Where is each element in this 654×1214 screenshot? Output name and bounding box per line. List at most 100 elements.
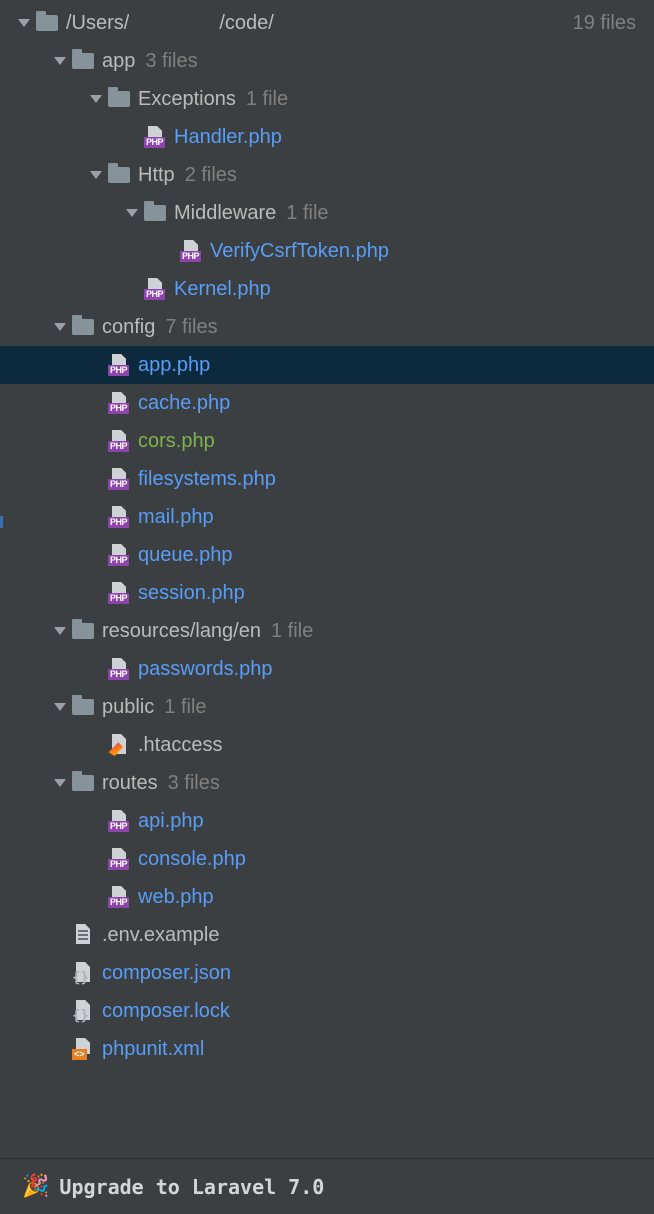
chevron-down-icon[interactable] [90, 171, 102, 179]
tree-item-label: passwords.php [138, 658, 273, 681]
tree-item-label: routes [102, 772, 158, 795]
tree-file-row[interactable]: <>phpunit.xml [0, 1030, 654, 1068]
tree-item-label: session.php [138, 582, 245, 605]
json-file-icon: {} [72, 962, 94, 984]
php-file-icon: PHP [108, 582, 130, 604]
tree-item-count: 2 files [185, 164, 237, 187]
php-file-icon: PHP [108, 810, 130, 832]
status-text: Upgrade to Laravel 7.0 [59, 1175, 324, 1199]
tree-file-row[interactable]: PHP queue.php [0, 536, 654, 574]
tree-folder-row[interactable]: app 3 files [0, 42, 654, 80]
folder-icon [72, 623, 94, 639]
tree-item-label: app.php [138, 354, 210, 377]
tree-file-row[interactable]: PHP Handler.php [0, 118, 654, 156]
tree-item-count: 1 file [246, 88, 288, 111]
folder-icon [72, 699, 94, 715]
php-file-icon: PHP [180, 240, 202, 262]
root-file-count: 19 files [573, 12, 654, 35]
tree-file-row[interactable]: PHP cache.php [0, 384, 654, 422]
php-file-icon: PHP [108, 468, 130, 490]
tree-item-label: api.php [138, 810, 204, 833]
tree-item-label: app [102, 50, 135, 73]
tree-item-label: public [102, 696, 154, 719]
tree-item-label: phpunit.xml [102, 1038, 204, 1061]
redacted-text [274, 13, 404, 33]
php-file-icon: PHP [108, 886, 130, 908]
tree-item-count: 1 file [164, 696, 206, 719]
php-file-icon: PHP [108, 544, 130, 566]
tree-item-label: cache.php [138, 392, 230, 415]
root-path-prefix: /Users/ [66, 12, 129, 35]
tree-file-row[interactable]: PHP VerifyCsrfToken.php [0, 232, 654, 270]
tree-file-row[interactable]: PHP cors.php [0, 422, 654, 460]
chevron-down-icon[interactable] [54, 627, 66, 635]
tree-file-row[interactable]: {} composer.json [0, 954, 654, 992]
tree-file-row[interactable]: PHP mail.php [0, 498, 654, 536]
tree-file-row[interactable]: PHP console.php [0, 840, 654, 878]
tree-item-label: composer.lock [102, 1000, 230, 1023]
folder-icon [108, 167, 130, 183]
tree-item-count: 1 file [286, 202, 328, 225]
chevron-down-icon[interactable] [126, 209, 138, 217]
folder-icon [72, 53, 94, 69]
tree-item-label: queue.php [138, 544, 233, 567]
tree-file-row[interactable]: PHP api.php [0, 802, 654, 840]
tree-file-row[interactable]: PHPapp.php [0, 346, 654, 384]
tree-file-row[interactable]: {}composer.lock [0, 992, 654, 1030]
tree-file-row[interactable]: PHPpasswords.php [0, 650, 654, 688]
status-bar[interactable]: 🎉 Upgrade to Laravel 7.0 [0, 1158, 654, 1214]
tree-folder-row[interactable]: routes3 files [0, 764, 654, 802]
tree-item-count: 1 file [271, 620, 313, 643]
root-path-mid: /code/ [219, 12, 273, 35]
tree-item-label: Handler.php [174, 126, 282, 149]
tree-row-root[interactable]: /Users/ /code/ 19 files [0, 4, 654, 42]
redacted-text [129, 13, 219, 33]
tree-file-row[interactable]: PHP Kernel.php [0, 270, 654, 308]
tree-item-label: .env.example [102, 924, 219, 947]
tree-item-label: .htaccess [138, 734, 222, 757]
tree-item-label: config [102, 316, 155, 339]
tree-folder-row[interactable]: config 7 files [0, 308, 654, 346]
tree-file-row[interactable]: PHP web.php [0, 878, 654, 916]
tree-item-label: Middleware [174, 202, 276, 225]
php-file-icon: PHP [108, 506, 130, 528]
chevron-down-icon[interactable] [18, 19, 30, 27]
tree-item-label: filesystems.php [138, 468, 276, 491]
tree-folder-row[interactable]: Http 2 files [0, 156, 654, 194]
tree-folder-row[interactable]: public 1 file [0, 688, 654, 726]
tree-item-label: mail.php [138, 506, 214, 529]
confetti-icon: 🎉 [22, 1174, 49, 1199]
folder-icon [72, 319, 94, 335]
tree-item-count: 7 files [165, 316, 217, 339]
chevron-down-icon[interactable] [54, 57, 66, 65]
tree-item-label: cors.php [138, 430, 215, 453]
tree-folder-row[interactable]: Middleware 1 file [0, 194, 654, 232]
tree-file-row[interactable]: .htaccess [0, 726, 654, 764]
tree-file-row[interactable]: PHP session.php [0, 574, 654, 612]
folder-icon [144, 205, 166, 221]
tree-item-label: composer.json [102, 962, 231, 985]
php-file-icon: PHP [108, 430, 130, 452]
php-file-icon: PHP [144, 126, 166, 148]
folder-icon [108, 91, 130, 107]
file-tree: /Users/ /code/ 19 files app 3 files Except… [0, 0, 654, 1158]
tree-folder-row[interactable]: Exceptions1 file [0, 80, 654, 118]
tree-item-count: 3 files [145, 50, 197, 73]
chevron-down-icon[interactable] [54, 323, 66, 331]
chevron-down-icon[interactable] [90, 95, 102, 103]
tree-file-row[interactable]: .env.example [0, 916, 654, 954]
tree-item-label: VerifyCsrfToken.php [210, 240, 389, 263]
tree-item-label: web.php [138, 886, 214, 909]
tree-file-row[interactable]: PHP filesystems.php [0, 460, 654, 498]
php-file-icon: PHP [108, 848, 130, 870]
text-file-icon [72, 924, 94, 946]
tree-item-label: Kernel.php [174, 278, 271, 301]
php-file-icon: PHP [144, 278, 166, 300]
tree-item-label: console.php [138, 848, 246, 871]
folder-icon [36, 15, 58, 31]
tree-item-label: Http [138, 164, 175, 187]
tree-folder-row[interactable]: resources/lang/en1 file [0, 612, 654, 650]
chevron-down-icon[interactable] [54, 779, 66, 787]
chevron-down-icon[interactable] [54, 703, 66, 711]
php-file-icon: PHP [108, 392, 130, 414]
